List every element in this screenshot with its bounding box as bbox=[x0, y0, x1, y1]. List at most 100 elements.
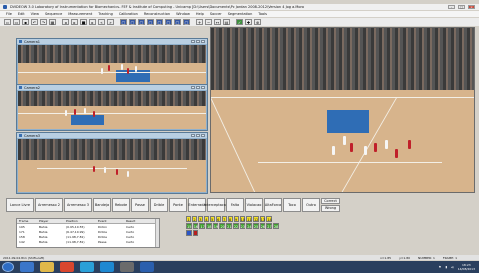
close-icon[interactable] bbox=[201, 40, 205, 43]
menu-reconstruction[interactable]: Reconstruction bbox=[144, 12, 170, 16]
zoom-out-icon[interactable]: − bbox=[205, 19, 212, 25]
minimize-icon[interactable] bbox=[191, 40, 195, 43]
flag-icon[interactable]: ⚑ bbox=[439, 265, 442, 269]
minimize-button[interactable]: – bbox=[448, 5, 455, 9]
player-number-button[interactable]: 9 bbox=[233, 216, 239, 222]
menu-file[interactable]: File bbox=[6, 12, 12, 16]
undo-icon[interactable]: ↶ bbox=[31, 19, 38, 25]
close-icon[interactable] bbox=[201, 134, 205, 137]
wrong-button[interactable]: Wrong bbox=[321, 205, 340, 212]
player-number-button[interactable]: 21 bbox=[226, 223, 232, 229]
table-row[interactable]: 171 Bahia (6.47,10.99) Drible Certo bbox=[17, 229, 159, 234]
table-row[interactable]: 142 Bahia (11.98,7.81) Passe Certo bbox=[17, 239, 159, 244]
player-number-button[interactable]: 4 bbox=[203, 216, 209, 222]
play-icon[interactable]: ▸ bbox=[71, 19, 78, 25]
track-icon[interactable]: ✓ bbox=[236, 19, 243, 25]
player-number-button[interactable]: 11 bbox=[246, 216, 252, 222]
event-passe-button[interactable]: Passe bbox=[131, 197, 149, 212]
table-row[interactable]: 158 Bahia (11.98,7.81) Drible Certo bbox=[17, 234, 159, 239]
layout3-icon[interactable]: ▢ bbox=[138, 19, 145, 25]
maximize-icon[interactable] bbox=[196, 134, 200, 137]
event-falta-button[interactable]: Falta bbox=[226, 197, 244, 212]
new-icon[interactable]: ▫ bbox=[4, 19, 11, 25]
maximize-button[interactable]: □ bbox=[458, 5, 465, 9]
maximize-icon[interactable] bbox=[196, 86, 200, 89]
menu-window[interactable]: Window bbox=[176, 12, 190, 16]
column-header[interactable]: Player bbox=[39, 219, 66, 223]
event-interceptacao-button[interactable]: Interceptacao bbox=[204, 197, 228, 212]
player-number-button[interactable]: 22 bbox=[232, 223, 239, 229]
marker-icon[interactable]: ✚ bbox=[245, 19, 252, 25]
event-bandeja-button[interactable]: Bandeja bbox=[93, 197, 111, 212]
camera2-video[interactable] bbox=[18, 91, 206, 129]
player-number-button[interactable]: 23 bbox=[239, 223, 246, 229]
open-icon[interactable]: ▭ bbox=[13, 19, 20, 25]
media-player-icon[interactable] bbox=[60, 262, 74, 272]
menu-calibration[interactable]: Calibration bbox=[119, 12, 138, 16]
event-rebote-button[interactable]: Rebote bbox=[112, 197, 130, 212]
player-number-button[interactable]: 19 bbox=[212, 223, 219, 229]
player-number-button[interactable]: 14 bbox=[266, 216, 273, 222]
redo-icon[interactable]: ↷ bbox=[40, 19, 47, 25]
menu-tools[interactable]: Tools bbox=[258, 12, 267, 16]
team-red-button[interactable] bbox=[192, 230, 199, 236]
word-icon[interactable] bbox=[140, 262, 154, 272]
player-number-button[interactable]: 20 bbox=[219, 223, 226, 229]
clock-date[interactable]: 14/08/2013 bbox=[458, 267, 475, 271]
network-icon[interactable]: ▮ bbox=[445, 265, 447, 269]
app-icon[interactable] bbox=[120, 262, 134, 272]
player-number-button[interactable]: 25 bbox=[252, 223, 259, 229]
player-number-button[interactable]: 26 bbox=[259, 223, 266, 229]
menu-sequence[interactable]: Sequence bbox=[45, 12, 62, 16]
event-arremesso2-button[interactable]: Arremesso 2 bbox=[35, 197, 63, 212]
layout6-icon[interactable]: ▢ bbox=[165, 19, 172, 25]
volume-icon[interactable]: ◂) bbox=[451, 265, 454, 269]
minimize-icon[interactable] bbox=[191, 86, 195, 89]
player-number-button[interactable]: 24 bbox=[246, 223, 252, 229]
team-blue-button[interactable] bbox=[186, 230, 192, 236]
player-number-button[interactable]: 18 bbox=[206, 223, 212, 229]
next-frame-icon[interactable]: ▸ bbox=[89, 19, 96, 25]
event-altaforca-button[interactable]: AltaForca bbox=[264, 197, 282, 212]
player-number-button[interactable]: 7 bbox=[221, 216, 227, 222]
player-number-button[interactable]: 12 bbox=[252, 216, 259, 222]
crosshair-icon[interactable]: ⊕ bbox=[254, 19, 261, 25]
prev-frame-icon[interactable]: ◂ bbox=[62, 19, 69, 25]
camera3-video[interactable] bbox=[18, 139, 206, 192]
close-button[interactable]: × bbox=[468, 5, 475, 9]
maximize-icon[interactable] bbox=[196, 40, 200, 43]
save-icon[interactable]: ▪ bbox=[22, 19, 29, 25]
player-number-button[interactable]: 10 bbox=[239, 216, 246, 222]
rewind-icon[interactable]: « bbox=[98, 19, 105, 25]
event-violacao-button[interactable]: Violacao bbox=[245, 197, 263, 212]
main-video-view[interactable] bbox=[210, 27, 475, 193]
player-number-button[interactable]: 2 bbox=[191, 216, 197, 222]
layout5-icon[interactable]: ▢ bbox=[156, 19, 163, 25]
menu-edit[interactable]: Edit bbox=[18, 12, 25, 16]
layout2-icon[interactable]: ▢ bbox=[129, 19, 136, 25]
table-scrollbar[interactable] bbox=[155, 219, 159, 247]
player-number-button[interactable]: 13 bbox=[259, 216, 266, 222]
player-number-button[interactable]: 5 bbox=[209, 216, 215, 222]
close-icon[interactable] bbox=[201, 86, 205, 89]
player-number-button[interactable]: 6 bbox=[215, 216, 221, 222]
player-number-button[interactable]: 15 bbox=[186, 223, 192, 229]
menu-segmentation[interactable]: Segmentation bbox=[228, 12, 253, 16]
column-header[interactable]: Result bbox=[126, 219, 151, 223]
stop-icon[interactable]: ■ bbox=[80, 19, 87, 25]
layout8-icon[interactable]: ▢ bbox=[183, 19, 190, 25]
browser-icon[interactable] bbox=[80, 262, 94, 272]
event-lance-livre-button[interactable]: Lance Livre bbox=[6, 197, 34, 212]
start-button[interactable] bbox=[2, 262, 14, 272]
zoom-in-icon[interactable]: + bbox=[196, 19, 203, 25]
event-toco-button[interactable]: Toco bbox=[283, 197, 301, 212]
measure-icon[interactable]: ↔ bbox=[214, 19, 221, 25]
player-number-button[interactable]: 27 bbox=[266, 223, 272, 229]
explorer-icon[interactable] bbox=[20, 262, 34, 272]
player-number-button[interactable]: 3 bbox=[197, 216, 203, 222]
layout7-icon[interactable]: ▢ bbox=[174, 19, 181, 25]
column-header[interactable]: Position bbox=[66, 219, 98, 223]
grid-icon[interactable]: ▦ bbox=[49, 19, 56, 25]
event-drible-button[interactable]: Drible bbox=[150, 197, 168, 212]
player-number-button[interactable]: 16 bbox=[192, 223, 199, 229]
